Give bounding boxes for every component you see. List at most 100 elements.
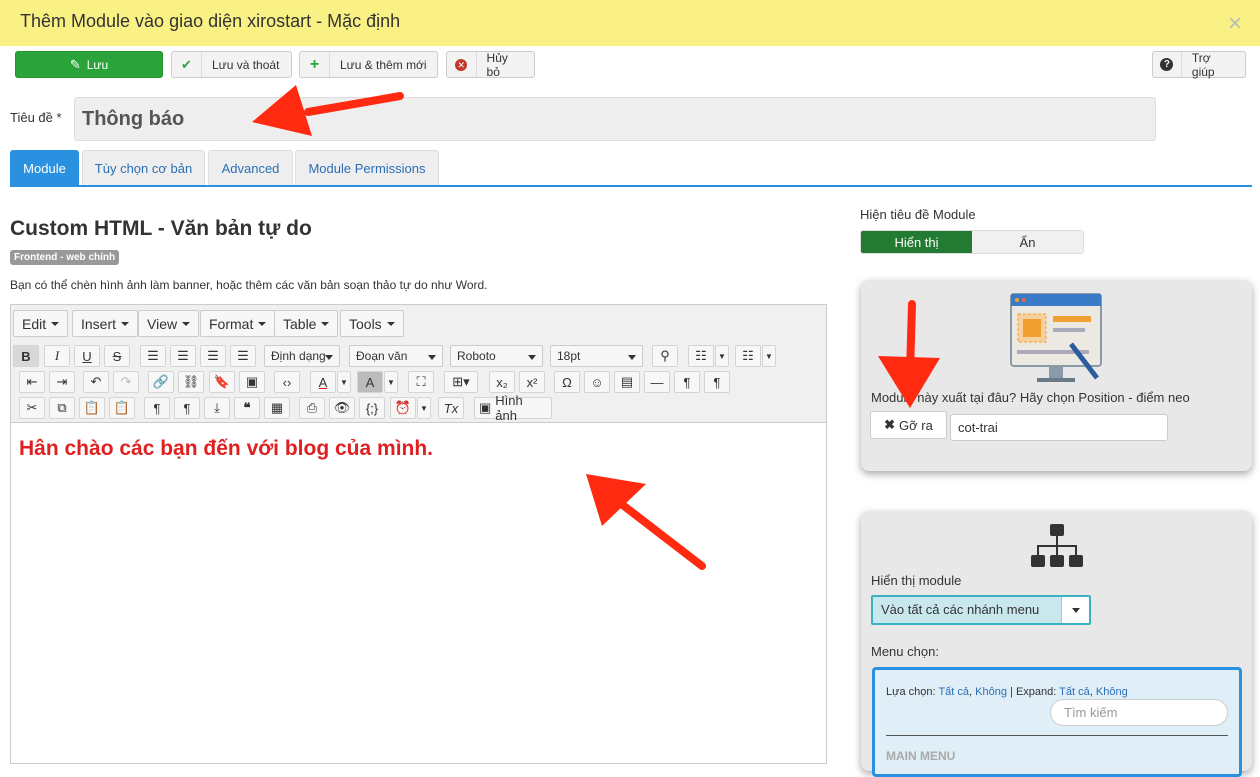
hide-option[interactable]: Ẩn — [972, 231, 1083, 253]
clock-icon[interactable]: ⏰ — [390, 397, 416, 419]
italic-icon[interactable]: I — [44, 345, 70, 367]
horizontal-rule-icon[interactable]: — — [644, 371, 670, 393]
position-input[interactable]: cot-trai — [950, 414, 1168, 441]
cancel-circle-icon: ✕ — [447, 52, 477, 77]
menu-edit[interactable]: Edit — [13, 310, 69, 337]
menu-tools[interactable]: Tools — [340, 310, 404, 337]
menu-format[interactable]: Format — [200, 310, 276, 337]
redo-icon[interactable]: ↷ — [113, 371, 139, 393]
tab-module[interactable]: Module — [10, 150, 79, 186]
help-button[interactable]: ? Trợ giúp — [1152, 51, 1246, 79]
emoticon-icon[interactable]: ☺ — [584, 371, 610, 393]
strikethrough-icon[interactable]: S — [104, 345, 130, 367]
show-title-toggle[interactable]: Hiển thị Ẩn — [860, 230, 1084, 254]
chevron-down-icon[interactable]: ▼ — [762, 345, 776, 367]
menu-table[interactable]: Table — [274, 310, 339, 337]
align-center-icon[interactable]: ☰ — [170, 345, 196, 367]
menu-tree: Lựa chọn: Tất cả, Không | Expand: Tất cả… — [872, 667, 1242, 777]
numbered-list-icon[interactable]: ☷ — [735, 345, 761, 367]
paragraph-icon[interactable]: ¶ — [144, 397, 170, 419]
tab-basic-options[interactable]: Tùy chọn cơ bản — [82, 150, 205, 186]
copy-icon[interactable]: ⧉ — [49, 397, 75, 419]
cancel-button[interactable]: ✕ Hủy bỏ — [446, 51, 535, 79]
paste-text-icon[interactable]: 📋 — [109, 397, 135, 419]
indent-icon[interactable]: ⇥ — [49, 371, 75, 393]
search-input[interactable]: Tìm kiếm — [1050, 699, 1228, 726]
tab-permissions[interactable]: Module Permissions — [295, 150, 439, 186]
align-right-icon[interactable]: ☰ — [200, 345, 226, 367]
save-button[interactable]: ✎ Lưu — [15, 51, 163, 78]
bookmark-icon[interactable]: 🔖 — [209, 371, 235, 393]
align-left-icon[interactable]: ☰ — [140, 345, 166, 367]
media-icon[interactable]: ▤ — [614, 371, 640, 393]
preview-icon[interactable]: 👁 — [329, 397, 355, 419]
table-icon[interactable]: ⊞▾ — [444, 371, 478, 393]
title-label: Tiêu đề * — [10, 110, 62, 125]
special-char-icon[interactable]: Ω — [554, 371, 580, 393]
menu-select-label: Menu chọn: — [871, 644, 939, 659]
save-close-button[interactable]: ✔ Lưu và thoát — [171, 51, 292, 78]
expand-none-link[interactable]: Không — [1096, 686, 1128, 698]
tree-root-item[interactable]: MAIN MENU — [886, 749, 955, 763]
insert-icon[interactable]: ⤓ — [204, 397, 230, 419]
superscript-icon[interactable]: x² — [519, 371, 545, 393]
select-none-link[interactable]: Không — [975, 686, 1007, 698]
menu-insert[interactable]: Insert — [72, 310, 139, 337]
position-question: Module này xuất tại đâu? Hãy chọn Positi… — [871, 390, 1190, 405]
title-input[interactable]: Thông báo — [74, 97, 1156, 141]
display-module-select[interactable]: Vào tất cả các nhánh menu — [871, 595, 1091, 625]
close-icon: ✖ — [884, 417, 896, 432]
remove-button[interactable]: ✖ Gỡ ra — [870, 411, 947, 439]
paste-icon[interactable]: 📋 — [79, 397, 105, 419]
cut-icon[interactable]: ✂ — [19, 397, 45, 419]
display-module-label: Hiển thị module — [871, 573, 962, 588]
undo-icon[interactable]: ↶ — [83, 371, 109, 393]
unlink-icon[interactable]: ⛓ — [178, 371, 204, 393]
check-icon: ✔ — [172, 52, 202, 77]
chevron-down-icon[interactable]: ▼ — [384, 371, 398, 393]
size-dropdown[interactable]: 18pt — [550, 345, 643, 367]
background-color-icon[interactable]: A — [357, 371, 383, 393]
blocks-icon[interactable]: ¶ — [174, 397, 200, 419]
ltr-icon[interactable]: ¶ — [674, 371, 700, 393]
block-dropdown[interactable]: Đoạn văn — [349, 345, 443, 367]
format-dropdown[interactable]: Định dạng — [264, 345, 340, 367]
chevron-down-icon[interactable]: ▼ — [417, 397, 431, 419]
expand-all-link[interactable]: Tất cả — [1059, 686, 1090, 698]
dialog-titlebar: Thêm Module vào giao diện xirostart - Mặ… — [0, 0, 1260, 46]
link-icon[interactable]: 🔗 — [148, 371, 174, 393]
sitemap-icon — [1031, 524, 1083, 567]
menu-assignment-card: Hiển thị module Vào tất cả các nhánh men… — [861, 511, 1252, 777]
print-icon[interactable]: ⎙ — [299, 397, 325, 419]
show-title-label: Hiện tiêu đề Module — [860, 207, 976, 222]
chevron-down-icon[interactable]: ▼ — [337, 371, 351, 393]
chevron-down-icon[interactable] — [1061, 597, 1089, 623]
save-new-button[interactable]: + Lưu & thêm mới — [299, 51, 438, 78]
clear-format-icon[interactable]: Tx — [438, 397, 464, 419]
bullet-list-icon[interactable]: ☷ — [688, 345, 714, 367]
subscript-icon[interactable]: x₂ — [489, 371, 515, 393]
blockquote-icon[interactable]: ❝ — [234, 397, 260, 419]
underline-icon[interactable]: U — [74, 345, 100, 367]
template-icon[interactable]: ▦ — [264, 397, 290, 419]
text-color-icon[interactable]: A — [310, 371, 336, 393]
show-option[interactable]: Hiển thị — [861, 231, 972, 253]
editor-content[interactable]: Hân chào các bạn đến với blog của mình. — [19, 437, 433, 461]
close-icon[interactable]: × — [1228, 12, 1242, 36]
menu-view[interactable]: View — [138, 310, 200, 337]
code-sample-icon[interactable]: {;} — [359, 397, 385, 419]
insert-image-button[interactable]: ▣ Hình ảnh — [474, 393, 552, 423]
find-replace-icon[interactable]: ⚲ — [652, 345, 678, 367]
bold-icon[interactable]: B — [13, 345, 39, 367]
outdent-icon[interactable]: ⇤ — [19, 371, 45, 393]
align-justify-icon[interactable]: ☰ — [230, 345, 256, 367]
rtl-icon[interactable]: ¶ — [704, 371, 730, 393]
tab-advanced[interactable]: Advanced — [208, 150, 293, 186]
select-all-link[interactable]: Tất cả — [938, 686, 969, 698]
image-icon[interactable]: ▣ — [239, 371, 265, 393]
chevron-down-icon[interactable]: ▼ — [715, 345, 729, 367]
code-icon[interactable]: ‹› — [274, 371, 300, 393]
fullscreen-icon[interactable]: ⛶ — [408, 371, 434, 393]
font-dropdown[interactable]: Roboto — [450, 345, 543, 367]
edit-icon: ✎ — [69, 56, 81, 72]
